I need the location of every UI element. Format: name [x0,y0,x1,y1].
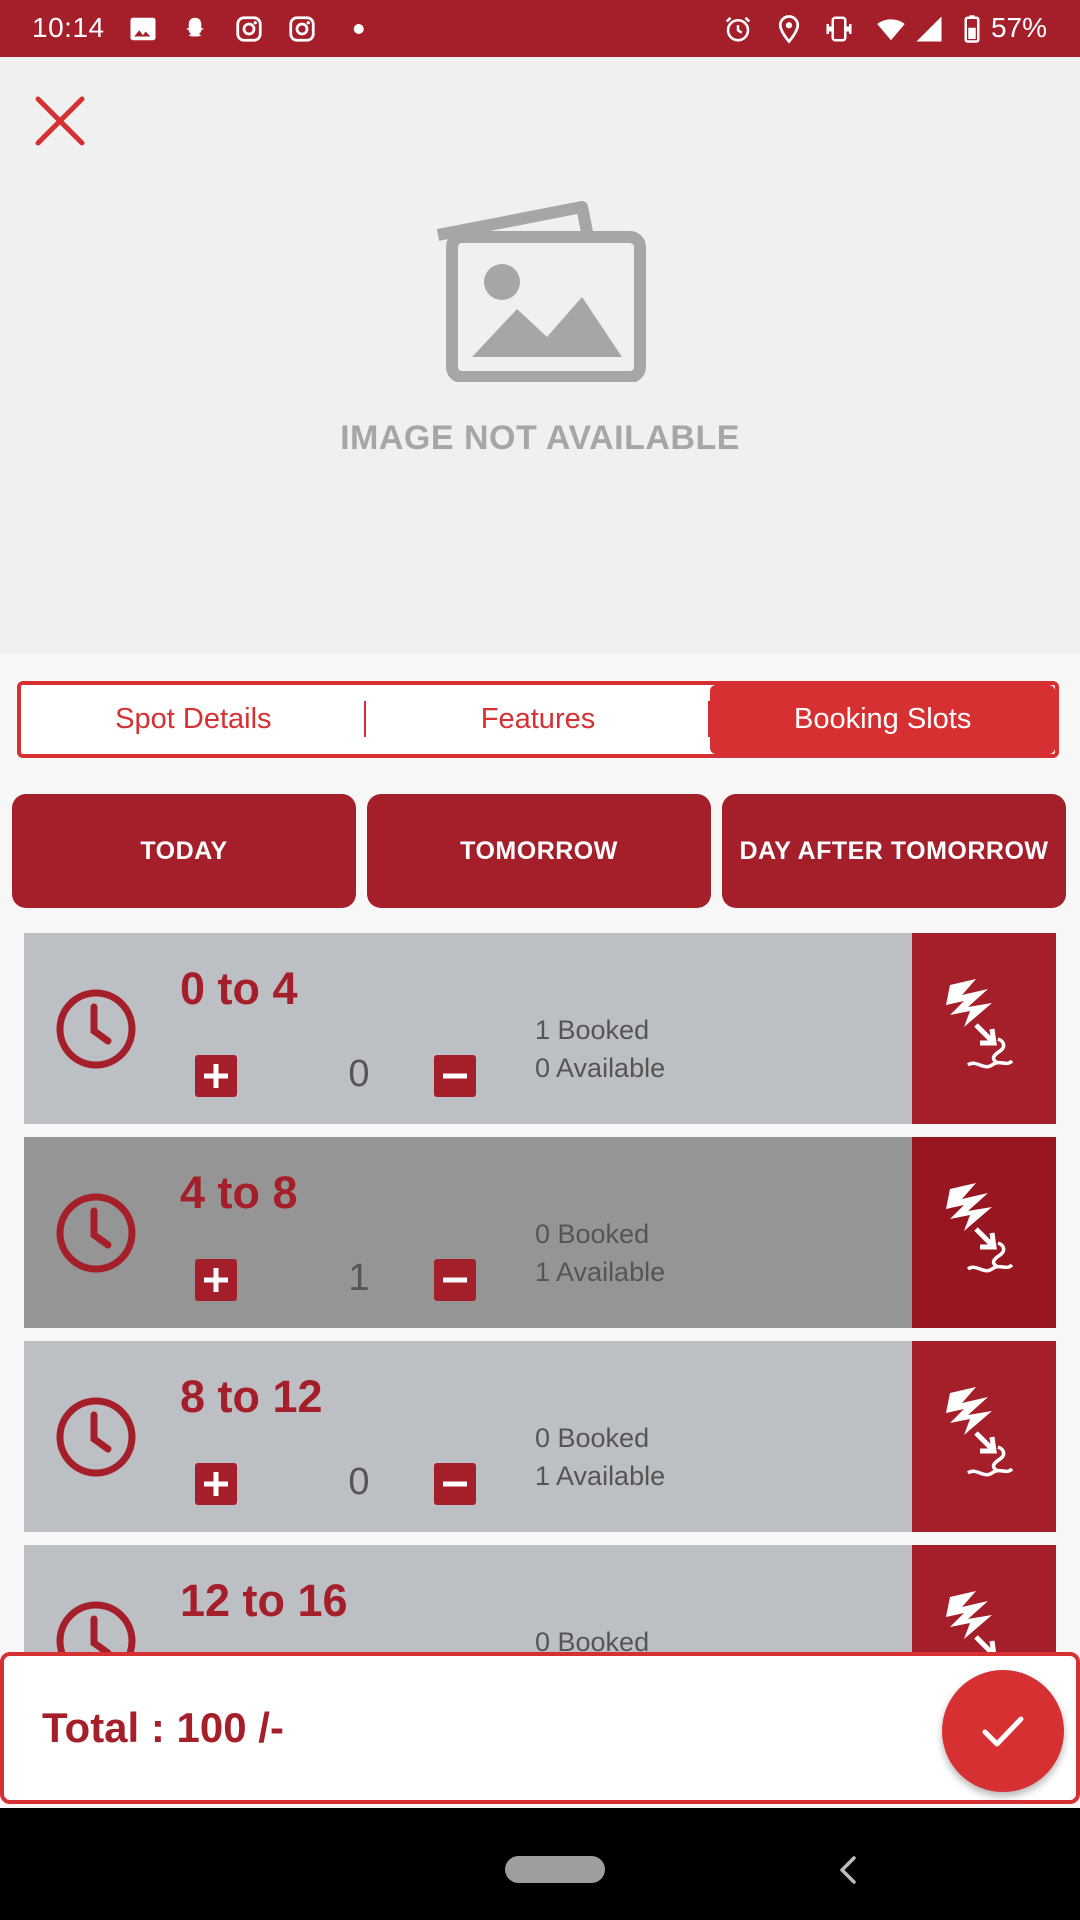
available-count: 0 Available [535,1053,666,1083]
detail-tabs: Spot Details Features Booking Slots [17,681,1059,758]
slot-time-range: 4 to 8 [180,1167,298,1218]
slot-action-button[interactable] [912,1137,1056,1328]
day-after-tomorrow-button[interactable]: DAY AFTER TOMORROW [722,794,1066,908]
slot-time-range: 12 to 16 [180,1575,348,1626]
slot-quantity: 0 [348,1053,370,1095]
increment-button[interactable] [195,1259,237,1301]
tomorrow-button[interactable]: TOMORROW [367,794,711,908]
plus-icon [204,1268,228,1292]
navigation-bar [0,1808,1080,1920]
lightning-arrow-icon [946,979,1014,1069]
booked-count: 0 Booked [535,1423,650,1453]
wifi-icon [877,19,905,41]
today-button[interactable]: TODAY [12,794,356,908]
slot-quantity: 0 [348,1461,370,1503]
available-count: 1 Available [535,1461,666,1491]
today-label: TODAY [140,836,228,865]
instagram-icon [236,16,262,42]
decrement-button[interactable] [434,1463,476,1505]
back-icon[interactable] [832,1850,862,1890]
image-not-available-text: IMAGE NOT AVAILABLE [340,419,740,457]
signal-icon [916,16,942,42]
lightning-arrow-icon [946,1387,1014,1477]
decrement-button[interactable] [434,1055,476,1097]
clock-icon [56,1193,136,1273]
status-bar: 10:14 57% [0,0,1080,57]
slot-card[interactable]: 8 to 12 0 0 Booked 1 Available [24,1341,1056,1532]
tab-label: Spot Details [115,703,272,735]
tab-label: Booking Slots [794,703,972,735]
tab-features[interactable]: Features [366,685,711,754]
booked-count: 0 Booked [535,1219,650,1249]
dot-icon [353,24,364,34]
total-bar: Total : 100 /- [0,1652,1080,1804]
spot-image-area: IMAGE NOT AVAILABLE [0,57,1080,654]
tab-booking-slots[interactable]: Booking Slots [710,685,1055,754]
confirm-button[interactable] [942,1670,1064,1792]
slot-card[interactable]: 4 to 8 1 0 Booked 1 Available [24,1137,1056,1328]
image-icon [130,17,156,41]
check-icon [982,1716,1024,1747]
minus-icon [443,1481,467,1487]
instagram-icon [289,16,315,42]
day-after-tomorrow-label: DAY AFTER TOMORROW [739,836,1049,865]
increment-button[interactable] [195,1055,237,1097]
plus-icon [204,1064,228,1088]
decrement-button[interactable] [434,1259,476,1301]
slot-time-range: 8 to 12 [180,1371,323,1422]
tab-label: Features [480,703,596,735]
tab-spot-details[interactable]: Spot Details [21,685,366,754]
snapchat-icon [186,17,204,37]
booked-count: 1 Booked [535,1015,650,1045]
battery-percent: 57% [990,12,1047,43]
clock-icon [56,1397,136,1477]
minus-icon [443,1277,467,1283]
close-icon[interactable] [32,93,88,149]
slot-time-range: 0 to 4 [180,963,298,1014]
home-pill-button[interactable] [505,1856,605,1883]
minus-icon [443,1073,467,1079]
slot-quantity: 1 [348,1257,370,1299]
plus-icon [204,1472,228,1496]
slot-card[interactable]: 0 to 4 0 1 Booked 0 Available [24,933,1056,1124]
status-time: 10:14 [32,12,105,43]
available-count: 1 Available [535,1257,666,1287]
battery-icon [964,15,980,43]
slot-action-button[interactable] [912,933,1056,1124]
increment-button[interactable] [195,1463,237,1505]
vibrate-icon [826,16,852,42]
image-placeholder-icon [436,201,646,382]
lightning-arrow-icon [946,1183,1014,1273]
slot-action-button[interactable] [912,1341,1056,1532]
tomorrow-label: TOMORROW [460,836,618,865]
alarm-icon [725,16,751,42]
location-icon [778,15,800,44]
clock-icon [56,989,136,1069]
total-amount: Total : 100 /- [42,1704,284,1751]
